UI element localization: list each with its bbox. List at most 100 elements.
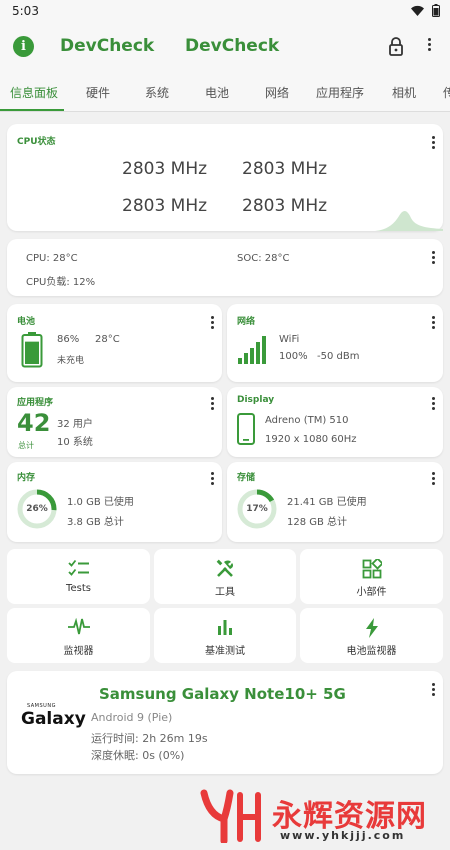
cpu-core-freq: 2803 MHz — [242, 196, 328, 216]
card-menu-icon[interactable] — [432, 395, 435, 410]
network-card[interactable]: 网络 WiFi 100% -50 dBm — [227, 304, 443, 382]
tool-label: 工具 — [215, 587, 235, 598]
cpu-load: CPU负载: 12% — [26, 277, 96, 288]
checklist-icon — [67, 559, 89, 576]
watermark-logo-icon — [200, 789, 261, 843]
card-title: 存储 — [237, 473, 256, 483]
tab-sensors[interactable]: 传 — [443, 84, 450, 101]
storage-card[interactable]: 存储 17% 21.41 GB 已使用 128 GB 总计 — [227, 462, 443, 542]
card-title: CPU状态 — [17, 137, 56, 147]
uptime: 运行时间: 2h 26m 19s — [91, 732, 208, 745]
tab-network[interactable]: 网络 — [265, 84, 289, 101]
deep-sleep: 深度休眠: 0s (0%) — [91, 749, 185, 762]
app-bar: i DevCheck DevCheck — [0, 24, 450, 70]
card-menu-icon[interactable] — [432, 314, 435, 329]
watermark-url: www.yhkjjj.com — [280, 829, 406, 842]
signal-strength-icon — [238, 336, 266, 364]
network-signal: 100% — [279, 351, 308, 362]
card-menu-icon[interactable] — [211, 470, 214, 485]
tool-label: 电池监视器 — [346, 646, 397, 657]
storage-percent: 17% — [246, 504, 268, 514]
apps-system: 10 系统 — [57, 437, 93, 448]
tab-dashboard[interactable]: 信息面板 — [10, 84, 58, 101]
apps-user: 32 用户 — [57, 419, 93, 430]
cpu-core-freq: 2803 MHz — [242, 159, 328, 179]
cpu-core-freq: 2803 MHz — [122, 196, 208, 216]
display-card[interactable]: Display Adreno (TM) 510 1920 x 1080 60Hz — [227, 387, 443, 457]
tool-widgets-button[interactable]: 小部件 — [300, 549, 443, 604]
tool-battery-monitor-button[interactable]: 电池监视器 — [300, 608, 443, 663]
card-menu-icon[interactable] — [432, 681, 435, 696]
battery-card[interactable]: 电池 86% 28°C 未充电 — [7, 304, 222, 382]
network-dbm: -50 dBm — [317, 351, 360, 362]
status-bar: 5:03 — [0, 0, 450, 24]
tab-camera[interactable]: 相机 — [392, 84, 416, 101]
storage-used: 21.41 GB 已使用 — [287, 497, 367, 508]
card-title: 网络 — [237, 317, 256, 327]
storage-total: 128 GB 总计 — [287, 517, 348, 528]
battery-temp: 28°C — [95, 334, 120, 345]
card-title: 应用程序 — [17, 398, 54, 408]
app-title-right: DevCheck — [185, 36, 280, 56]
tab-indicator — [0, 109, 64, 111]
widgets-icon — [362, 559, 382, 579]
tool-label: Tests — [66, 583, 91, 594]
card-menu-icon[interactable] — [432, 249, 435, 264]
tool-tests-button[interactable]: Tests — [7, 549, 150, 604]
cpu-core-freq: 2803 MHz — [122, 159, 208, 179]
device-card[interactable]: SAMSUNG Galaxy Samsung Galaxy Note10+ 5G… — [7, 671, 443, 774]
tab-battery[interactable]: 电池 — [205, 84, 229, 101]
apps-count-label: 总计 — [18, 441, 34, 450]
display-resolution: 1920 x 1080 — [265, 434, 329, 445]
overflow-menu-icon[interactable] — [424, 36, 434, 56]
lock-icon[interactable] — [388, 36, 404, 56]
apps-card[interactable]: 应用程序 42 总计 32 用户 10 系统 — [7, 387, 222, 457]
bolt-icon — [365, 618, 378, 638]
battery-status: 未充电 — [57, 356, 85, 366]
battery-icon — [432, 4, 440, 17]
app-title-left: DevCheck — [60, 36, 155, 56]
card-title: Display — [237, 395, 275, 405]
memory-percent: 26% — [26, 504, 48, 514]
tab-apps[interactable]: 应用程序 — [316, 84, 364, 101]
card-menu-icon[interactable] — [432, 470, 435, 485]
tool-label: 基准测试 — [205, 646, 245, 657]
tool-benchmark-button[interactable]: 基准测试 — [154, 608, 296, 663]
battery-level-icon — [21, 332, 43, 368]
cpu-temp: CPU: 28°C — [26, 253, 78, 264]
tab-hardware[interactable]: 硬件 — [86, 84, 110, 101]
system-icons — [411, 4, 440, 17]
tab-system[interactable]: 系统 — [145, 84, 169, 101]
info-icon[interactable]: i — [13, 36, 34, 57]
tab-bar: 信息面板 硬件 系统 电池 网络 应用程序 相机 传 — [0, 70, 450, 112]
tools-icon — [216, 559, 234, 577]
pulse-icon — [67, 618, 90, 635]
temperature-card[interactable]: CPU: 28°C SOC: 28°C CPU负载: 12% — [7, 239, 443, 296]
tool-monitor-button[interactable]: 监视器 — [7, 608, 150, 663]
wifi-icon — [411, 5, 424, 16]
tool-tools-button[interactable]: 工具 — [154, 549, 296, 604]
card-menu-icon[interactable] — [211, 395, 214, 410]
memory-used: 1.0 GB 已使用 — [67, 497, 134, 508]
card-title: 电池 — [17, 317, 36, 327]
status-time: 5:03 — [12, 4, 39, 18]
watermark: 永辉资源网 www.yhkjjj.com — [200, 785, 450, 847]
cpu-load-graph — [375, 210, 443, 231]
bar-chart-icon — [218, 620, 232, 635]
device-name: Samsung Galaxy Note10+ 5G — [99, 685, 346, 703]
card-title: 内存 — [17, 473, 36, 483]
battery-percent: 86% — [57, 334, 80, 345]
tool-label: 小部件 — [356, 587, 387, 598]
soc-temp: SOC: 28°C — [237, 253, 290, 264]
card-menu-icon[interactable] — [211, 314, 214, 329]
memory-card[interactable]: 内存 26% 1.0 GB 已使用 3.8 GB 总计 — [7, 462, 222, 542]
memory-total: 3.8 GB 总计 — [67, 517, 124, 528]
galaxy-logo-text: Galaxy — [21, 709, 86, 729]
tool-label: 监视器 — [63, 646, 94, 657]
network-type: WiFi — [279, 334, 300, 345]
card-menu-icon[interactable] — [432, 134, 435, 149]
cpu-status-card[interactable]: CPU状态 2803 MHz 2803 MHz 2803 MHz 2803 MH… — [7, 124, 443, 231]
phone-icon — [237, 413, 255, 445]
display-gpu: Adreno (TM) 510 — [265, 415, 349, 426]
apps-count: 42 — [17, 409, 51, 437]
